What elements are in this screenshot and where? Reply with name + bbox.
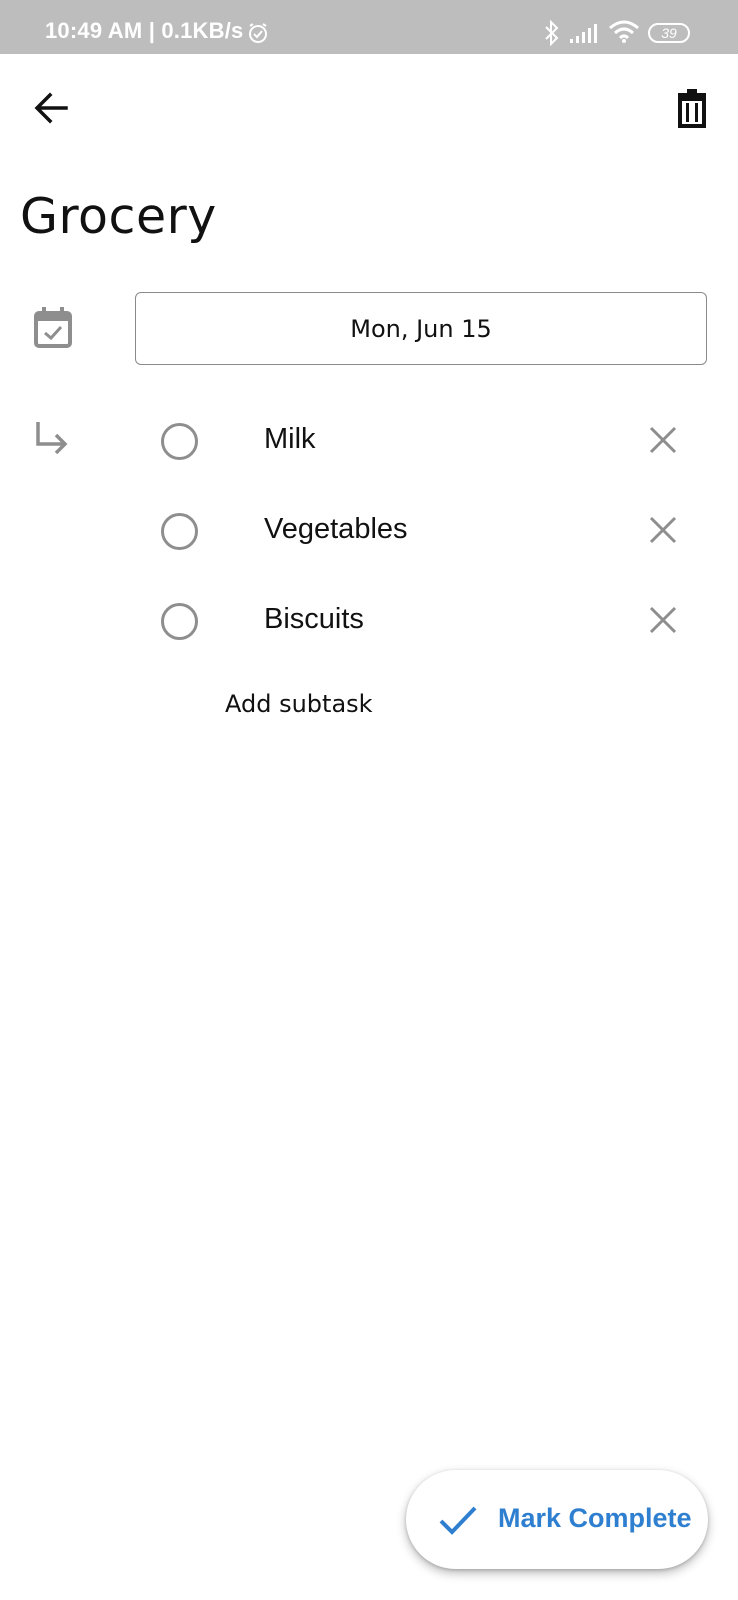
- add-subtask-button[interactable]: Add subtask: [225, 690, 373, 718]
- subtask-checkbox[interactable]: [161, 513, 198, 550]
- mark-complete-label: Mark Complete: [498, 1503, 692, 1533]
- due-date-field[interactable]: Mon, Jun 15: [135, 292, 707, 365]
- subtask-row: Biscuits: [0, 588, 738, 658]
- signal-icon: [570, 24, 597, 43]
- calendar-icon: [34, 307, 72, 348]
- close-icon[interactable]: [648, 515, 678, 545]
- subtask-label[interactable]: Vegetables: [264, 513, 408, 546]
- subtask-row: Milk: [0, 408, 738, 478]
- due-date-value: Mon, Jun 15: [350, 314, 492, 343]
- subtask-label[interactable]: Biscuits: [264, 603, 364, 636]
- bluetooth-icon: [545, 20, 559, 46]
- status-time-speed: 10:49 AM | 0.1KB/s: [45, 18, 244, 43]
- back-button[interactable]: [30, 86, 74, 130]
- wifi-icon: [609, 20, 639, 43]
- subtask-row: Vegetables: [0, 498, 738, 568]
- status-bar: 10:49 AM | 0.1KB/s 39: [0, 0, 738, 54]
- trash-icon[interactable]: [670, 86, 714, 130]
- subtask-checkbox[interactable]: [161, 603, 198, 640]
- subtask-checkbox[interactable]: [161, 423, 198, 460]
- close-icon[interactable]: [648, 605, 678, 635]
- mark-complete-button[interactable]: Mark Complete: [406, 1470, 708, 1569]
- check-icon: [439, 1506, 477, 1535]
- task-title[interactable]: Grocery: [20, 188, 217, 245]
- subtask-label[interactable]: Milk: [264, 423, 316, 456]
- battery-icon: 39: [648, 23, 690, 43]
- close-icon[interactable]: [648, 425, 678, 455]
- alarm-icon: [249, 23, 267, 43]
